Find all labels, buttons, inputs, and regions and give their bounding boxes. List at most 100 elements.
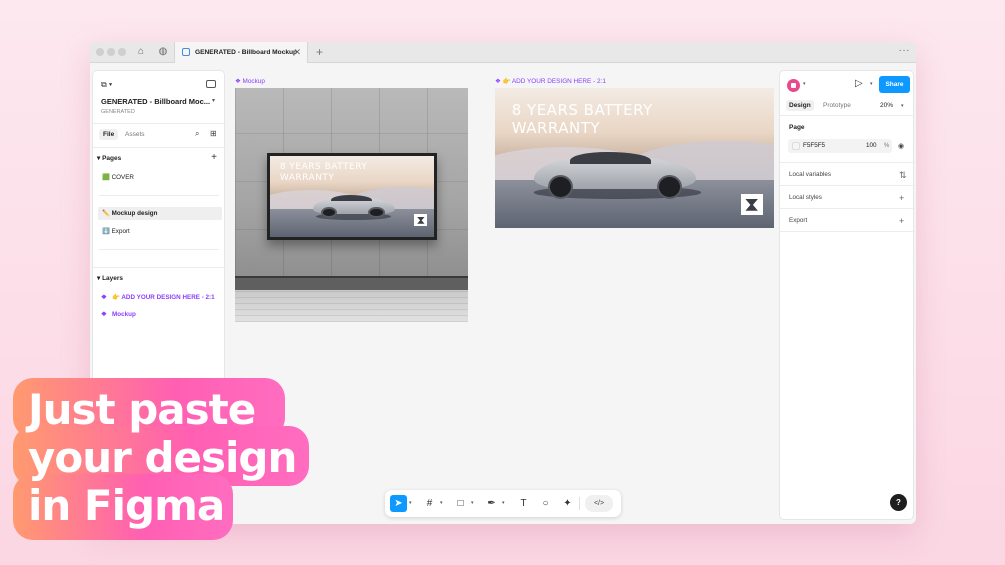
- tab-prototype[interactable]: Prototype: [823, 102, 851, 109]
- file-project: GENERATED: [101, 109, 135, 115]
- tab-file-panel[interactable]: File: [99, 129, 119, 140]
- figma-menu-icon[interactable]: ⧉ ▾: [101, 80, 112, 90]
- page-section-header: Page: [789, 124, 805, 131]
- plus-icon[interactable]: +: [899, 194, 904, 203]
- divider: [780, 231, 915, 232]
- comment-tool-icon[interactable]: ○: [537, 495, 554, 512]
- car-wheel: [548, 174, 574, 199]
- car-window: [570, 152, 652, 164]
- floor: [235, 290, 468, 322]
- plus-icon[interactable]: +: [899, 217, 904, 226]
- ad-headline: 8 YEARS BATTERY WARRANTY: [279, 162, 368, 184]
- layer-item-design[interactable]: ❖ 👉 ADD YOUR DESIGN HERE - 2:1: [101, 293, 215, 301]
- pen-tool-icon[interactable]: ✒: [483, 495, 500, 512]
- component-icon: ❖: [101, 294, 107, 301]
- help-button[interactable]: ?: [890, 494, 907, 511]
- window-close-dot[interactable]: [96, 48, 104, 56]
- promo-headline: Just paste your design in Figma: [28, 385, 297, 530]
- billboard: 8 YEARS BATTERY WARRANTY: [267, 153, 437, 240]
- chevron-down-icon[interactable]: ▾: [212, 97, 215, 104]
- chevron-down-icon[interactable]: ▾: [409, 500, 412, 506]
- layers-header-label: Layers: [102, 275, 124, 282]
- export-label[interactable]: Export: [789, 217, 807, 224]
- chevron-down-icon[interactable]: ▾: [440, 500, 443, 506]
- ad-headline: 8 YEARS BATTERY WARRANTY: [511, 101, 653, 137]
- new-tab-button[interactable]: +: [316, 42, 323, 62]
- design-frame[interactable]: 8 YEARS BATTERY WARRANTY: [495, 88, 774, 228]
- page-item-mockup-design[interactable]: ✏️ Mockup design: [98, 207, 222, 220]
- bottom-toolbar: ➤ ▾ # ▾ □ ▾ ✒ ▾ T ○ ✦ </>: [385, 490, 621, 517]
- zoom-level[interactable]: 20%: [880, 102, 893, 109]
- divider: [780, 185, 915, 186]
- chevron-down-icon[interactable]: ▾: [471, 500, 474, 506]
- layer-item-mockup[interactable]: ❖ Mockup: [101, 311, 136, 318]
- car-window: [330, 194, 372, 202]
- divider: [99, 195, 219, 196]
- page-item-cover[interactable]: 🟩 COVER: [98, 171, 222, 184]
- layer-label: Mockup: [112, 311, 136, 318]
- chevron-down-icon[interactable]: ▾: [870, 81, 873, 87]
- add-page-icon[interactable]: +: [211, 153, 217, 163]
- text-tool-icon[interactable]: T: [515, 495, 532, 512]
- layers-header[interactable]: ▾ Layers: [97, 274, 123, 282]
- divider: [93, 267, 226, 268]
- divider: [579, 497, 580, 510]
- frame-label-mockup[interactable]: ❖ Mockup: [235, 77, 265, 85]
- brand-logo: [740, 194, 763, 216]
- divider: [780, 162, 915, 163]
- file-title[interactable]: GENERATED - Billboard Moc...: [101, 97, 210, 106]
- home-icon[interactable]: ⌂: [134, 45, 148, 59]
- globe-icon[interactable]: ◍: [156, 45, 170, 59]
- pages-header[interactable]: ▾ Pages: [97, 154, 121, 162]
- opacity-unit: %: [884, 143, 890, 149]
- billboard-ad: 8 YEARS BATTERY WARRANTY: [270, 156, 434, 237]
- play-icon[interactable]: ▷: [855, 78, 863, 89]
- divider: [93, 147, 226, 148]
- shape-tool-icon[interactable]: □: [452, 495, 469, 512]
- divider: [99, 249, 219, 250]
- ai-tool-icon[interactable]: ✦: [559, 495, 576, 512]
- tab-title: GENERATED - Billboard Mockup: [195, 49, 298, 56]
- share-button[interactable]: Share: [879, 76, 910, 93]
- file-tab-icon: [182, 48, 190, 56]
- color-swatch[interactable]: [792, 142, 800, 150]
- chevron-down-icon[interactable]: ▾: [901, 103, 904, 109]
- frame-label-design[interactable]: ❖ 👉 ADD YOUR DESIGN HERE - 2:1: [495, 77, 606, 85]
- page-item-export[interactable]: ⬇️ Export: [98, 225, 222, 238]
- divider: [93, 123, 226, 124]
- eye-icon[interactable]: ◉: [898, 142, 904, 150]
- close-tab-icon[interactable]: ✕: [293, 42, 301, 63]
- divider: [780, 115, 915, 116]
- title-bar: ⌂ ◍ GENERATED - Billboard Mockup ✕ + ···: [90, 42, 916, 63]
- layer-label: 👉 ADD YOUR DESIGN HERE - 2:1: [112, 294, 215, 301]
- page-color-hex[interactable]: F5F5F5: [803, 139, 825, 153]
- pages-header-label: Pages: [102, 155, 122, 162]
- tab-assets[interactable]: Assets: [125, 131, 145, 138]
- local-variables-label[interactable]: Local variables: [789, 171, 831, 178]
- chevron-down-icon[interactable]: ▾: [803, 81, 806, 87]
- move-tool-icon[interactable]: ➤: [390, 495, 407, 512]
- more-menu-icon[interactable]: ···: [899, 42, 911, 60]
- window-minimize-dot[interactable]: [107, 48, 115, 56]
- mockup-frame[interactable]: 8 YEARS BATTERY WARRANTY: [235, 88, 468, 322]
- car-wheel: [656, 174, 682, 199]
- promo-overlay: Just paste your design in Figma: [13, 378, 309, 548]
- adjust-icon[interactable]: ⇅: [899, 171, 907, 180]
- sidebar-toggle-icon[interactable]: [206, 80, 216, 88]
- tab-file[interactable]: GENERATED - Billboard Mockup ✕: [174, 42, 308, 63]
- page-opacity[interactable]: 100: [866, 139, 877, 153]
- chevron-down-icon[interactable]: ▾: [502, 500, 505, 506]
- wall-ledge: [235, 276, 468, 290]
- divider: [780, 208, 915, 209]
- library-icon[interactable]: ⊞: [210, 129, 217, 138]
- page-color-field[interactable]: F5F5F5 100 %: [788, 139, 892, 153]
- window-zoom-dot[interactable]: [118, 48, 126, 56]
- right-panel: ▾ ▷ ▾ Share Design Prototype 20% ▾ Page …: [779, 70, 915, 520]
- brand-logo: [414, 214, 428, 227]
- tab-design[interactable]: Design: [786, 100, 814, 111]
- local-styles-label[interactable]: Local styles: [789, 194, 822, 201]
- search-icon[interactable]: ⌕: [195, 129, 199, 139]
- frame-tool-icon[interactable]: #: [421, 495, 438, 512]
- dev-mode-icon[interactable]: </>: [585, 495, 613, 512]
- avatar[interactable]: [787, 79, 800, 92]
